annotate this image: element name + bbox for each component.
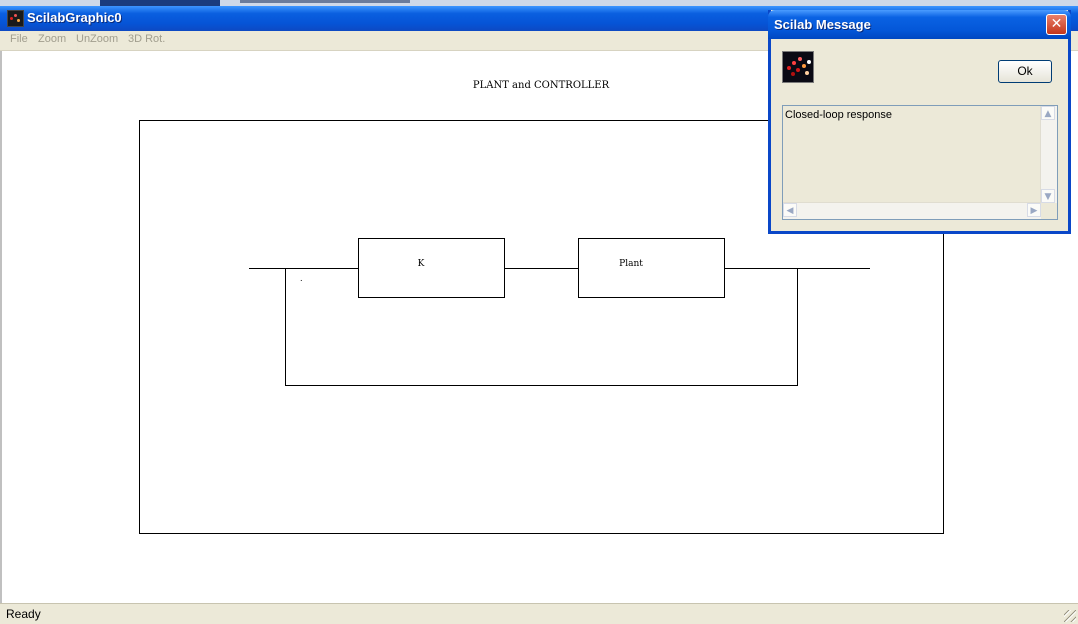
dialog-titlebar[interactable]: Scilab Message ✕ bbox=[768, 10, 1071, 39]
ok-button[interactable]: Ok bbox=[998, 60, 1052, 83]
resize-grip-icon[interactable] bbox=[1064, 610, 1076, 622]
summing-point-marker: . bbox=[300, 274, 303, 283]
scroll-right-icon[interactable]: ▶ bbox=[1027, 203, 1041, 217]
scilab-icon bbox=[782, 51, 814, 83]
message-textarea[interactable]: Closed-loop response ▲ ▼ ◀ ▶ bbox=[782, 105, 1058, 220]
dialog-title: Scilab Message bbox=[774, 17, 871, 32]
menu-3d-rot[interactable]: 3D Rot. bbox=[128, 33, 165, 45]
close-icon: ✕ bbox=[1050, 16, 1063, 32]
close-button[interactable]: ✕ bbox=[1046, 14, 1067, 35]
scrollbar-corner bbox=[1041, 203, 1057, 219]
menu-file[interactable]: File bbox=[10, 33, 28, 45]
controller-block bbox=[358, 238, 505, 298]
controller-label: K bbox=[418, 259, 425, 269]
background-window-edge bbox=[240, 0, 410, 3]
scroll-down-icon[interactable]: ▼ bbox=[1041, 189, 1055, 203]
plant-block bbox=[578, 238, 725, 298]
menu-zoom[interactable]: Zoom bbox=[38, 33, 66, 45]
status-text: Ready bbox=[6, 607, 41, 621]
scilab-app-icon bbox=[7, 10, 24, 27]
message-text: Closed-loop response bbox=[785, 109, 893, 121]
menu-unzoom[interactable]: UnZoom bbox=[76, 33, 118, 45]
window-left-border bbox=[0, 51, 2, 603]
plant-label: Plant bbox=[619, 259, 643, 269]
vertical-scrollbar[interactable]: ▲ ▼ bbox=[1040, 106, 1057, 203]
scroll-left-icon[interactable]: ◀ bbox=[783, 203, 797, 217]
window-title: ScilabGraphic0 bbox=[27, 10, 122, 25]
status-bar: Ready bbox=[0, 603, 1078, 624]
horizontal-scrollbar[interactable]: ◀ ▶ bbox=[783, 202, 1041, 219]
scroll-up-icon[interactable]: ▲ bbox=[1041, 106, 1055, 120]
diagram-title: PLANT and CONTROLLER bbox=[473, 80, 610, 91]
